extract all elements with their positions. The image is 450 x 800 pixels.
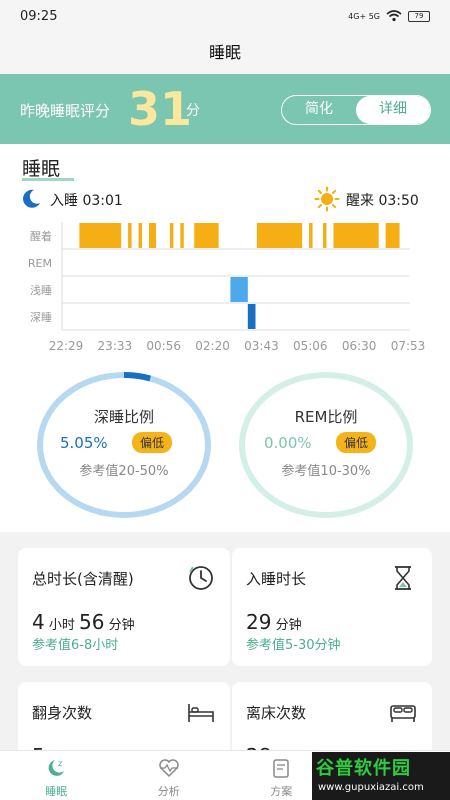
stage-label: 醒着	[30, 229, 52, 243]
x-tick-label: 06:30	[342, 339, 377, 353]
wake-up-time: 醒来 03:50	[346, 193, 419, 209]
deep-sleep-status-badge: 偏低	[132, 432, 173, 453]
heartbeat-icon	[159, 759, 179, 778]
stage-segment	[194, 223, 219, 248]
sleep-latency-title: 入睡时长	[246, 570, 307, 588]
x-tick-label: 23:33	[98, 339, 133, 353]
turn-over-count-title: 翻身次数	[32, 704, 93, 722]
svg-text:z: z	[58, 759, 62, 768]
tab-sleep[interactable]: z 睡眠	[0, 751, 113, 800]
stage-segment	[333, 223, 379, 248]
deep-sleep-reference: 参考值20-50%	[79, 464, 169, 479]
score-banner: 昨晚睡眠评分 31 分 简化 详细	[0, 74, 450, 144]
sleep-in-time: 入睡 03:01	[50, 193, 123, 209]
sun-icon	[314, 186, 340, 212]
watermark-url: www.gupuxiazai.com	[318, 782, 424, 793]
hourglass-icon	[395, 566, 411, 590]
x-tick-label: 00:56	[146, 339, 181, 353]
sleep-latency-value: 29 分钟	[246, 610, 302, 634]
deep-sleep-ratio-value: 5.05%	[60, 434, 108, 452]
stage-segment	[149, 223, 156, 248]
deep-sleep-ratio-title: 深睡比例	[93, 408, 154, 426]
document-icon	[273, 759, 289, 778]
clock-icon	[189, 566, 213, 590]
stage-label: 浅睡	[30, 284, 52, 297]
rem-ratio-value: 0.00%	[264, 434, 312, 452]
sleep-section-title: 睡眠	[22, 158, 61, 180]
ring-progress	[123, 372, 151, 382]
stage-segment	[385, 223, 400, 248]
toggle-simple-button[interactable]: 简化	[282, 96, 356, 124]
x-tick-label: 22:29	[49, 339, 84, 353]
total-duration-value: 4 小时 56 分钟	[32, 610, 135, 634]
moon-zzz-icon: z	[48, 759, 65, 776]
status-icons: 4G+ 5G 79	[348, 10, 430, 22]
title-underline	[22, 178, 74, 181]
rem-ratio-title: REM比例	[294, 408, 358, 426]
status-time: 09:25	[20, 8, 58, 24]
toggle-detail-button[interactable]: 详细	[356, 96, 430, 124]
stage-segment	[79, 223, 122, 248]
bed-icon	[390, 705, 416, 722]
sleep-latency-reference: 参考值5-30分钟	[246, 638, 341, 653]
stage-label: 深睡	[30, 311, 52, 324]
view-toggle: 简化 详细	[281, 95, 431, 125]
page-title: 睡眠	[0, 32, 450, 74]
total-duration-title: 总时长(含清醒)	[32, 570, 134, 588]
sleep-stage-chart: 醒着 REM 浅睡深睡 22:29 23:33 00:56 02:20 03:43 05:06 0…	[28, 222, 426, 353]
score-label: 昨晚睡眠评分	[20, 102, 111, 120]
stage-segment	[128, 223, 132, 248]
x-tick-label: 05:06	[293, 339, 328, 353]
score-value: 31	[128, 82, 193, 136]
x-tick-label: 07:53	[391, 339, 426, 353]
stage-segment	[247, 304, 256, 329]
stage-segment	[180, 223, 184, 248]
rem-status-badge: 偏低	[336, 432, 377, 453]
rem-ratio-ring: REM比例 0.00% 偏低 参考值10-30%	[238, 370, 414, 520]
stage-segment	[323, 223, 327, 248]
network-indicator: 4G+ 5G	[348, 11, 380, 21]
bed-icon	[188, 704, 214, 722]
tab-analysis[interactable]: 分析	[113, 751, 226, 800]
tab-sleep-label: 睡眠	[45, 785, 68, 798]
stage-segment	[309, 223, 313, 248]
watermark: 谷普软件园 www.gupuxiazai.com	[312, 752, 450, 800]
x-tick-label: 03:43	[244, 339, 279, 353]
moon-icon	[23, 189, 40, 208]
wifi-icon	[386, 10, 402, 22]
sleep-card: 睡眠 入睡 03:01 醒来 03:50 醒着 REM 浅睡深睡 22:29 23:33…	[0, 144, 450, 532]
rem-reference: 参考值10-30%	[281, 464, 371, 479]
stage-segment	[256, 223, 303, 248]
stage-segment	[230, 277, 248, 302]
sleep-latency-card[interactable]: 入睡时长 29 分钟 参考值5-30分钟	[232, 548, 432, 666]
watermark-title: 谷普软件园	[316, 758, 411, 779]
tab-analysis-label: 分析	[157, 785, 180, 798]
stage-label: REM	[28, 257, 52, 270]
status-bar: 09:25 4G+ 5G 79	[0, 0, 450, 32]
stage-segment	[138, 223, 143, 248]
leave-bed-count-title: 离床次数	[246, 704, 307, 722]
total-duration-reference: 参考值6-8小时	[32, 638, 119, 653]
x-tick-label: 02:20	[195, 339, 230, 353]
total-duration-card[interactable]: 总时长(含清醒) 4 小时 56 分钟 参考值6-8小时	[18, 548, 230, 666]
score-unit: 分	[186, 103, 200, 119]
stage-segment	[169, 223, 174, 248]
battery-icon: 79	[408, 10, 430, 22]
deep-sleep-ratio-ring: 深睡比例 5.05% 偏低 参考值20-50%	[36, 370, 212, 520]
